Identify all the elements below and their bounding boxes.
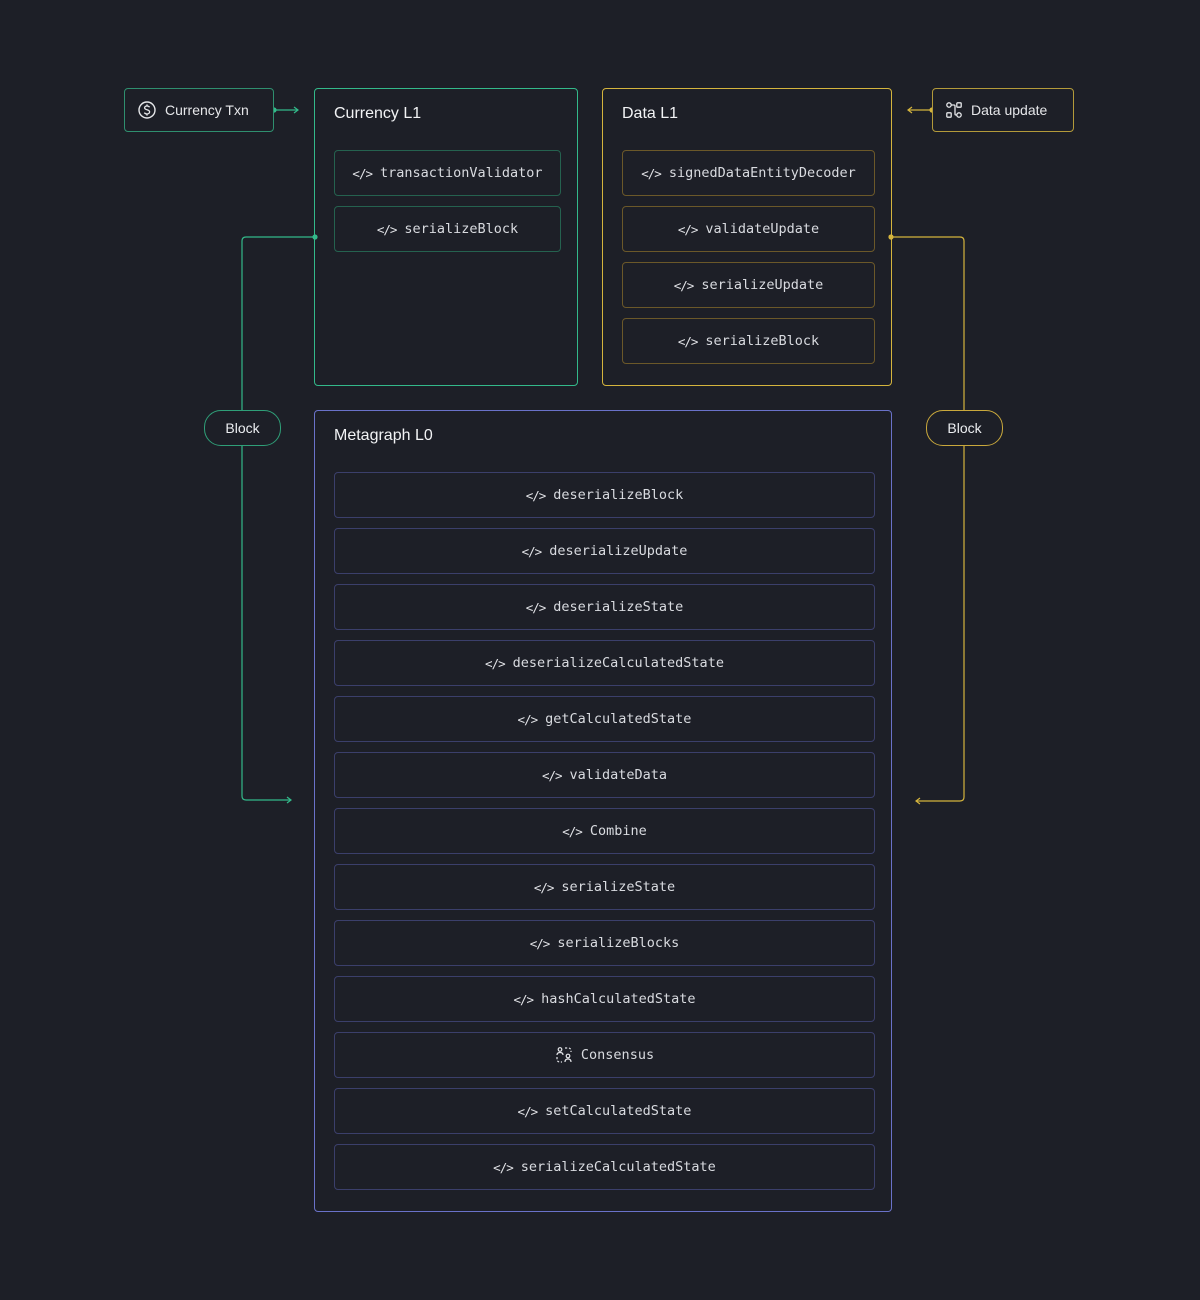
function-label: validateUpdate	[705, 221, 820, 237]
function-block[interactable]: </> serializeBlock	[622, 318, 875, 364]
metagraph-l0-title: Metagraph L0	[334, 427, 433, 444]
metagraph-l0-panel: Metagraph L0 </> deserializeBlock </> deser…	[314, 410, 892, 1212]
data-update-label: Data update	[971, 102, 1048, 118]
code-icon: </>	[513, 991, 534, 1007]
function-label: deserializeBlock	[553, 487, 684, 503]
function-label: serializeUpdate	[701, 277, 824, 293]
function-block[interactable]: </> serializeState	[334, 864, 875, 910]
currency-txn-source[interactable]: Currency Txn	[124, 88, 274, 132]
code-icon: </>	[525, 487, 547, 503]
code-icon: </>	[562, 823, 583, 839]
code-icon: </>	[677, 221, 699, 237]
code-icon: </>	[541, 767, 563, 783]
code-icon: </>	[517, 1103, 539, 1119]
function-label: transactionValidator	[380, 165, 543, 181]
code-icon: </>	[641, 165, 662, 181]
function-block[interactable]: </> serializeBlocks	[334, 920, 875, 966]
function-block[interactable]: </> validateUpdate	[622, 206, 875, 252]
currency-block-wire	[241, 234, 318, 804]
code-icon: </>	[673, 277, 695, 293]
function-label: serializeBlock	[705, 333, 820, 349]
data-block-wire	[888, 234, 965, 805]
function-label: deserializeUpdate	[549, 543, 688, 559]
function-block[interactable]: </> deserializeCalculatedState	[334, 640, 875, 686]
code-icon: </>	[517, 711, 539, 727]
function-label: Consensus	[580, 1047, 655, 1063]
function-block[interactable]: </> Combine	[334, 808, 875, 854]
code-icon: </>	[521, 543, 543, 559]
function-block[interactable]: </> deserializeBlock	[334, 472, 875, 518]
code-icon: </>	[533, 879, 555, 895]
code-icon: </>	[529, 935, 551, 951]
function-label: signedDataEntityDecoder	[668, 165, 856, 181]
block-pill-right: Block	[926, 410, 1003, 446]
code-icon: </>	[376, 221, 398, 237]
users-consensus-icon	[556, 1047, 572, 1063]
function-block[interactable]: Consensus	[334, 1032, 875, 1078]
code-icon: </>	[352, 165, 373, 181]
function-label: serializeState	[561, 879, 676, 895]
function-label: serializeBlocks	[557, 935, 680, 951]
data-update-arrow	[907, 106, 935, 114]
function-block[interactable]: </> signedDataEntityDecoder	[622, 150, 875, 196]
function-label: deserializeState	[553, 599, 684, 615]
function-label: hashCalculatedState	[541, 991, 696, 1007]
function-label: setCalculatedState	[545, 1103, 692, 1119]
code-icon: </>	[493, 1159, 514, 1175]
route-icon	[946, 102, 962, 118]
function-label: deserializeCalculatedState	[512, 655, 724, 671]
function-label: Combine	[589, 823, 647, 839]
function-label: serializeCalculatedState	[520, 1159, 716, 1175]
currency-txn-label: Currency Txn	[165, 102, 249, 118]
function-block[interactable]: </> deserializeUpdate	[334, 528, 875, 574]
block-pill-left: Block	[204, 410, 281, 446]
data-l1-panel: Data L1 </> signedDataEntityDecoder </> val…	[602, 88, 892, 386]
function-block[interactable]: </> setCalculatedState	[334, 1088, 875, 1134]
function-block[interactable]: </> validateData	[334, 752, 875, 798]
data-update-source[interactable]: Data update	[932, 88, 1074, 132]
data-l1-title: Data L1	[622, 105, 679, 122]
code-icon: </>	[525, 599, 547, 615]
function-block[interactable]: </> deserializeState	[334, 584, 875, 630]
function-label: validateData	[569, 767, 668, 783]
currency-l1-panel: Currency L1 </> transactionValidator </> se…	[314, 88, 578, 386]
function-block[interactable]: </> serializeUpdate	[622, 262, 875, 308]
function-label: serializeBlock	[404, 221, 519, 237]
dollar-circle-icon	[138, 101, 156, 119]
function-block[interactable]: </> serializeCalculatedState	[334, 1144, 875, 1190]
function-label: getCalculatedState	[545, 711, 692, 727]
function-block[interactable]: </> getCalculatedState	[334, 696, 875, 742]
function-block[interactable]: </> transactionValidator	[334, 150, 561, 196]
currency-txn-arrow	[271, 106, 299, 114]
currency-l1-title: Currency L1	[334, 105, 422, 122]
code-icon: </>	[677, 333, 699, 349]
code-icon: </>	[485, 655, 506, 671]
function-block[interactable]: </> serializeBlock	[334, 206, 561, 252]
function-block[interactable]: </> hashCalculatedState	[334, 976, 875, 1022]
